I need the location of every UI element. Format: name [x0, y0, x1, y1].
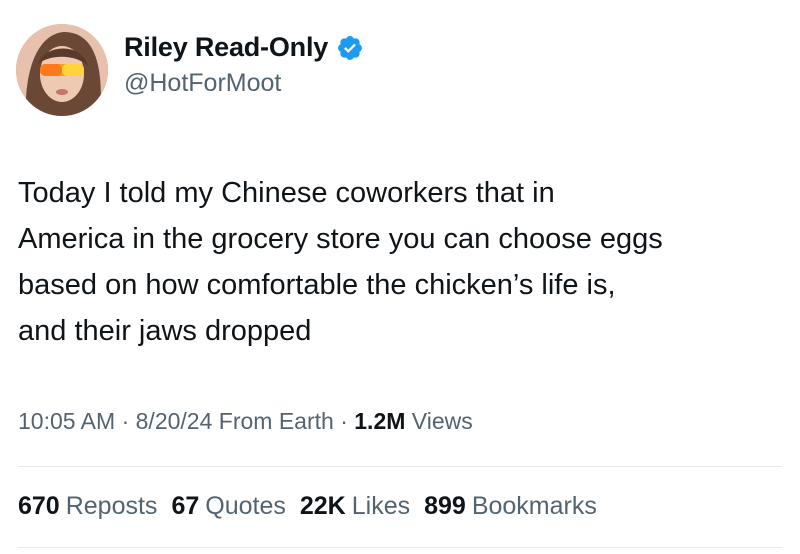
tweet-text-line: and their jaws dropped	[18, 315, 312, 347]
tweet-text-line: America in the grocery store you can cho…	[18, 223, 663, 255]
tweet-meta: 10:05 AM · 8/20/24 From Earth · 1.2M Vie…	[18, 408, 473, 435]
likes-stat[interactable]: 22K Likes	[300, 492, 410, 521]
quotes-count: 67	[171, 492, 200, 520]
user-handle[interactable]: @HotForMoot	[124, 69, 364, 98]
tweet-time[interactable]: 10:05 AM	[18, 408, 115, 434]
engagement-stats: 670 Reposts 67 Quotes 22K Likes 899 Book…	[18, 492, 597, 521]
display-name[interactable]: Riley Read-Only	[124, 32, 328, 63]
tweet-source: From Earth	[218, 408, 334, 434]
views-count: 1.2M	[354, 408, 406, 434]
tweet-text-line: Today I told my Chinese coworkers that i…	[18, 177, 555, 209]
likes-count: 22K	[299, 492, 346, 520]
bookmarks-label: Bookmarks	[471, 492, 597, 520]
divider	[18, 466, 782, 467]
tweet-header: Riley Read-Only @HotForMoot	[16, 24, 776, 120]
views-label: Views	[411, 408, 473, 434]
likes-label: Likes	[351, 492, 411, 520]
bookmarks-count: 899	[424, 492, 466, 520]
reposts-count: 670	[18, 492, 60, 520]
meta-separator: ·	[121, 408, 130, 434]
avatar[interactable]	[16, 24, 108, 116]
divider	[18, 547, 782, 548]
reposts-label: Reposts	[65, 492, 158, 520]
quotes-stat[interactable]: 67 Quotes	[171, 492, 285, 521]
bookmarks-stat[interactable]: 899 Bookmarks	[424, 492, 597, 521]
reposts-stat[interactable]: 670 Reposts	[18, 492, 157, 521]
meta-separator: ·	[340, 408, 348, 434]
tweet-text-line: based on how comfortable the chicken’s l…	[18, 269, 616, 301]
tweet-date[interactable]: 8/20/24	[136, 408, 213, 434]
name-row: Riley Read-Only	[124, 32, 364, 63]
verified-badge-icon[interactable]	[336, 34, 364, 62]
quotes-label: Quotes	[205, 492, 286, 520]
author-info: Riley Read-Only @HotForMoot	[124, 32, 364, 98]
profile-photo-icon	[16, 24, 108, 116]
tweet-text: Today I told my Chinese coworkers that i…	[18, 170, 782, 354]
